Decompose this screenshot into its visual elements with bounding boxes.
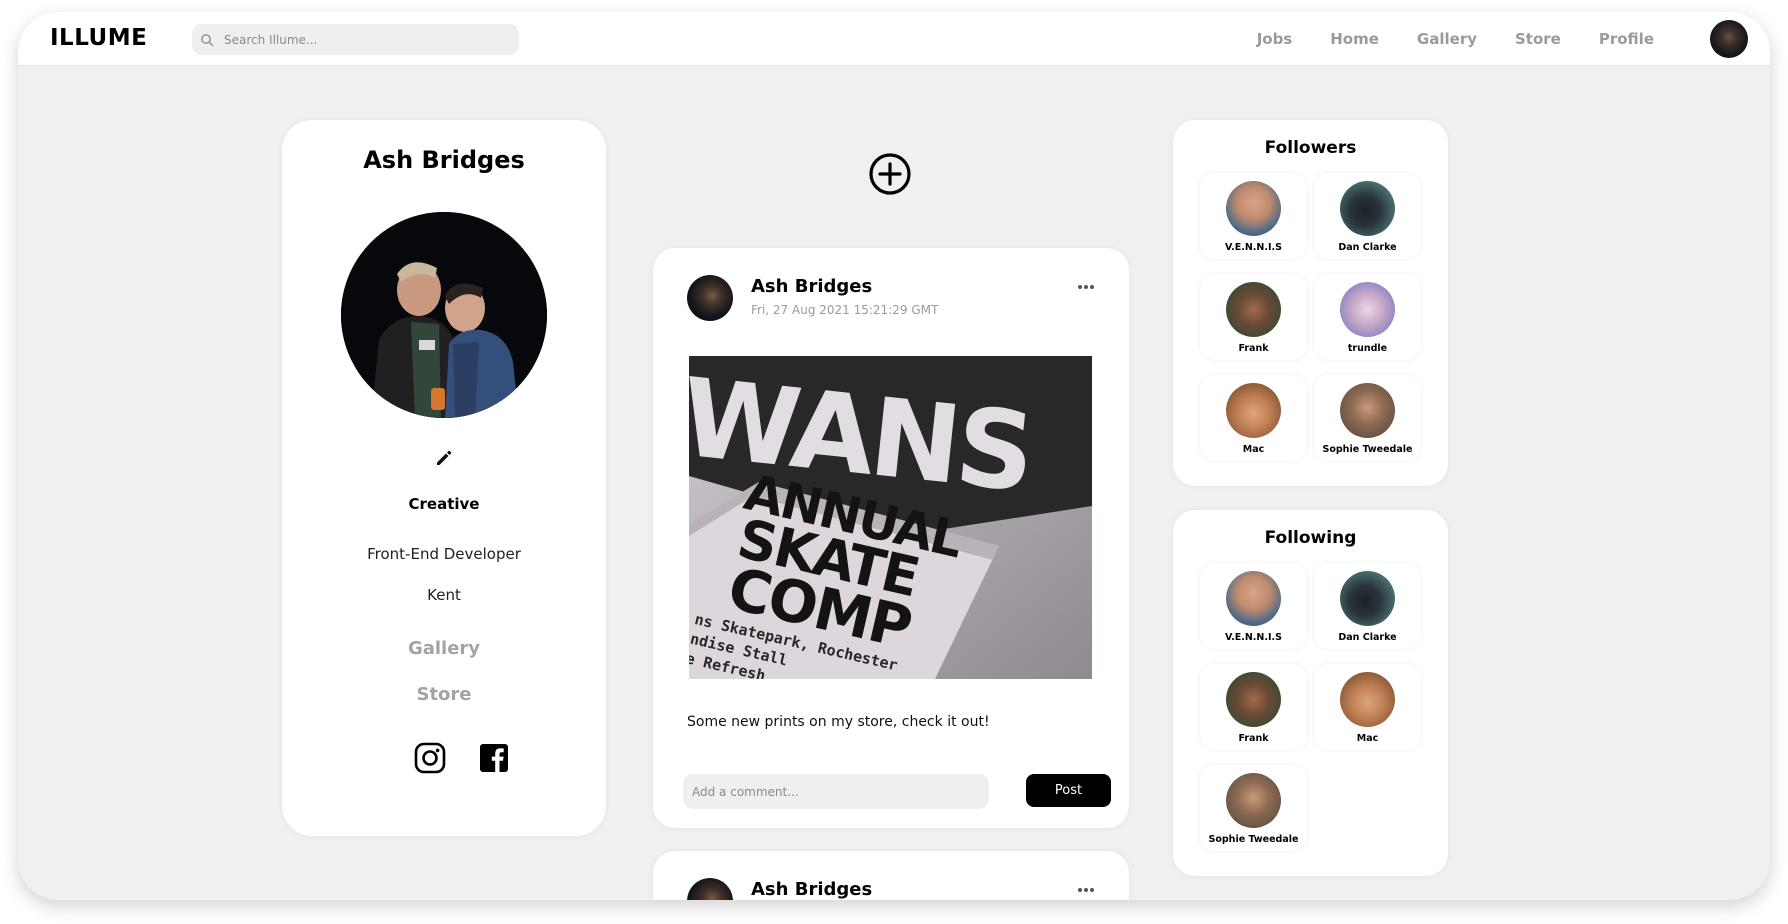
profile-photo-image bbox=[341, 212, 547, 418]
following-avatar bbox=[1340, 571, 1395, 626]
post-image-graphic: WANS ANNUAL SKATE COMP ns Skatepark, Roc… bbox=[689, 356, 1092, 679]
follower-name: Dan Clarke bbox=[1338, 242, 1397, 253]
follower-avatar bbox=[1226, 181, 1281, 236]
follower-name: trundle bbox=[1347, 343, 1388, 354]
profile-name: Ash Bridges bbox=[363, 146, 525, 174]
follower-tile[interactable]: Sophie Tweedale bbox=[1314, 375, 1421, 461]
following-card: Following V.E.N.N.I.S Dan Clarke Frank M… bbox=[1173, 510, 1448, 876]
nav-profile[interactable]: Profile bbox=[1599, 30, 1654, 48]
follower-name: Sophie Tweedale bbox=[1322, 444, 1413, 455]
following-avatar bbox=[1340, 672, 1395, 727]
following-tile[interactable]: Dan Clarke bbox=[1314, 563, 1421, 649]
post-card: Ash Bridges bbox=[653, 851, 1129, 900]
post-comment-button[interactable]: Post bbox=[1026, 774, 1111, 807]
profile-type: Creative bbox=[408, 495, 480, 513]
profile-role: Front-End Developer bbox=[367, 545, 521, 563]
follower-name: Mac bbox=[1242, 444, 1265, 455]
follower-tile[interactable]: Frank bbox=[1200, 274, 1307, 360]
search-icon bbox=[201, 33, 214, 46]
following-tile[interactable]: V.E.N.N.I.S bbox=[1200, 563, 1307, 649]
following-name: Mac bbox=[1356, 733, 1379, 744]
post-date: Fri, 27 Aug 2021 15:21:29 GMT bbox=[751, 303, 939, 317]
nav-home[interactable]: Home bbox=[1330, 30, 1379, 48]
top-navbar: ILLUME Jobs Home Gallery Store Profile bbox=[18, 12, 1770, 66]
more-options-icon[interactable] bbox=[1077, 284, 1095, 290]
profile-card: Ash Bridges Creative Front-End Developer… bbox=[282, 120, 606, 836]
following-tile[interactable]: Mac bbox=[1314, 664, 1421, 750]
followers-card: Followers V.E.N.N.I.S Dan Clarke Frank t… bbox=[1173, 120, 1448, 486]
more-options-icon[interactable] bbox=[1077, 887, 1095, 893]
add-post-icon[interactable] bbox=[868, 152, 912, 196]
post-author-avatar[interactable] bbox=[687, 275, 733, 321]
following-name: Frank bbox=[1238, 733, 1269, 744]
logo[interactable]: ILLUME bbox=[50, 25, 147, 51]
profile-store-link[interactable]: Store bbox=[282, 684, 606, 705]
edit-pencil-icon[interactable] bbox=[434, 448, 454, 468]
post-caption: Some new prints on my store, check it ou… bbox=[687, 714, 990, 730]
following-title: Following bbox=[1264, 528, 1357, 548]
follower-avatar bbox=[1226, 282, 1281, 337]
search-input[interactable] bbox=[224, 32, 484, 47]
following-avatar bbox=[1226, 571, 1281, 626]
facebook-icon[interactable] bbox=[478, 742, 510, 774]
profile-gallery-link[interactable]: Gallery bbox=[282, 638, 606, 659]
follower-avatar bbox=[1340, 181, 1395, 236]
follower-tile[interactable]: V.E.N.N.I.S bbox=[1200, 173, 1307, 259]
comment-input[interactable] bbox=[683, 774, 989, 809]
post-image[interactable]: WANS ANNUAL SKATE COMP ns Skatepark, Roc… bbox=[689, 356, 1092, 679]
nav-gallery[interactable]: Gallery bbox=[1417, 30, 1477, 48]
following-name: Sophie Tweedale bbox=[1208, 834, 1299, 845]
follower-avatar bbox=[1226, 383, 1281, 438]
follower-name: Frank bbox=[1238, 343, 1269, 354]
post-card: Ash Bridges Fri, 27 Aug 2021 15:21:29 GM… bbox=[653, 248, 1129, 828]
follower-name: V.E.N.N.I.S bbox=[1225, 242, 1282, 253]
profile-location: Kent bbox=[427, 586, 461, 604]
nav-store[interactable]: Store bbox=[1515, 30, 1561, 48]
nav-links: Jobs Home Gallery Store Profile bbox=[1257, 12, 1654, 66]
following-tile[interactable]: Frank bbox=[1200, 664, 1307, 750]
search-bar[interactable] bbox=[192, 24, 519, 55]
post-author[interactable]: Ash Bridges bbox=[751, 276, 872, 297]
follower-avatar bbox=[1340, 282, 1395, 337]
post-author-avatar[interactable] bbox=[687, 878, 733, 900]
user-avatar[interactable] bbox=[1710, 20, 1748, 58]
following-avatar bbox=[1226, 773, 1281, 828]
following-avatar bbox=[1226, 672, 1281, 727]
follower-tile[interactable]: trundle bbox=[1314, 274, 1421, 360]
app-window: ILLUME Jobs Home Gallery Store Profile A… bbox=[18, 12, 1770, 900]
nav-jobs[interactable]: Jobs bbox=[1257, 30, 1293, 48]
followers-title: Followers bbox=[1264, 138, 1357, 158]
post-author[interactable]: Ash Bridges bbox=[751, 879, 872, 900]
instagram-icon[interactable] bbox=[414, 742, 446, 774]
follower-avatar bbox=[1340, 383, 1395, 438]
following-tile[interactable]: Sophie Tweedale bbox=[1200, 765, 1307, 851]
follower-tile[interactable]: Mac bbox=[1200, 375, 1307, 461]
profile-photo bbox=[341, 212, 547, 418]
follower-tile[interactable]: Dan Clarke bbox=[1314, 173, 1421, 259]
following-name: Dan Clarke bbox=[1338, 632, 1397, 643]
following-name: V.E.N.N.I.S bbox=[1225, 632, 1282, 643]
